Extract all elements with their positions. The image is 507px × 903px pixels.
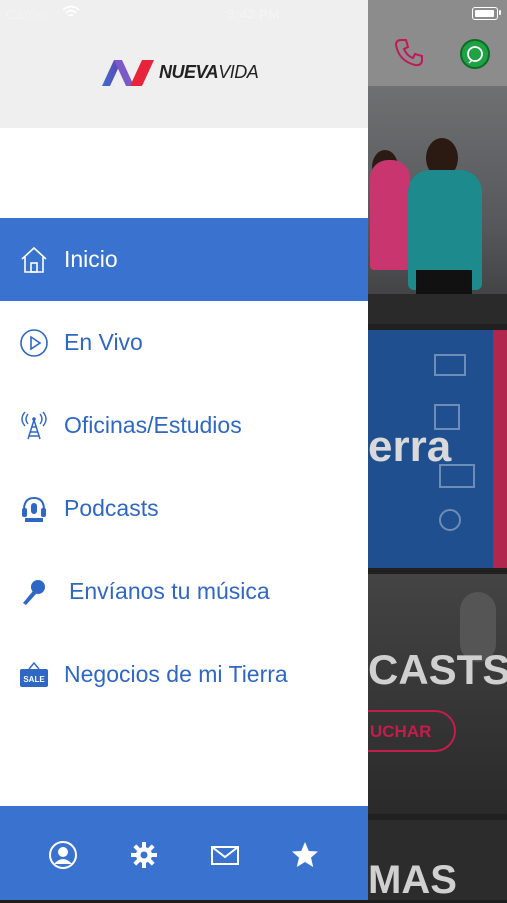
favorites-button[interactable] — [290, 840, 320, 870]
battery-icon — [472, 7, 498, 20]
status-time: 3:43 PM — [227, 6, 280, 22]
gear-icon — [131, 842, 157, 868]
play-circle-icon — [19, 328, 49, 358]
card-title: erra — [368, 422, 452, 471]
phone-icon[interactable] — [393, 36, 425, 68]
menu-item-en-vivo[interactable]: En Vivo — [0, 301, 368, 384]
host-photo — [416, 270, 472, 296]
podcast-icon — [19, 494, 49, 524]
menu-item-label: Oficinas/Estudios — [64, 412, 242, 438]
menu-item-label: Negocios de mi Tierra — [64, 661, 288, 687]
card-title: MAS — [368, 858, 457, 902]
profile-button[interactable] — [48, 840, 78, 870]
logo-text: NUEVAVIDA — [159, 62, 259, 82]
star-icon — [292, 842, 318, 867]
card-divider — [368, 294, 507, 324]
menu-item-label: Inicio — [64, 246, 118, 272]
card-title: CASTS — [368, 646, 507, 693]
user-circle-icon — [49, 841, 77, 869]
microphone-icon — [19, 577, 49, 607]
menu-item-negocios[interactable]: SALE Negocios de mi Tierra — [0, 633, 368, 716]
menu-item-podcasts[interactable]: Podcasts — [0, 467, 368, 550]
contact-button[interactable] — [210, 840, 240, 870]
drawer-menu: Inicio En Vivo Oficinas/Estudios Podcast… — [0, 218, 368, 716]
menu-item-label: Podcasts — [64, 495, 159, 521]
battery-tip — [499, 10, 501, 15]
menu-item-inicio[interactable]: Inicio — [0, 218, 368, 301]
sale-sign-icon: SALE — [19, 660, 49, 690]
drawer-footer — [0, 806, 368, 900]
mail-icon — [211, 846, 239, 865]
menu-item-label: En Vivo — [64, 329, 143, 355]
status-bar: Carrier 3:43 PM — [0, 0, 507, 28]
settings-button[interactable] — [129, 840, 159, 870]
whatsapp-icon[interactable] — [460, 39, 490, 69]
menu-item-envianos-musica[interactable]: Envíanos tu música — [0, 550, 368, 633]
navigation-drawer: NUEVAVIDA Inicio En Vivo Oficinas/Estudi… — [0, 0, 368, 900]
svg-text:SALE: SALE — [23, 675, 45, 684]
menu-item-oficinas[interactable]: Oficinas/Estudios — [0, 384, 368, 467]
menu-item-label: Envíanos tu música — [69, 578, 270, 604]
radio-tower-icon — [19, 411, 49, 441]
host-photo — [370, 160, 410, 270]
listen-button-label: UCHAR — [370, 722, 432, 741]
home-icon — [19, 245, 49, 275]
